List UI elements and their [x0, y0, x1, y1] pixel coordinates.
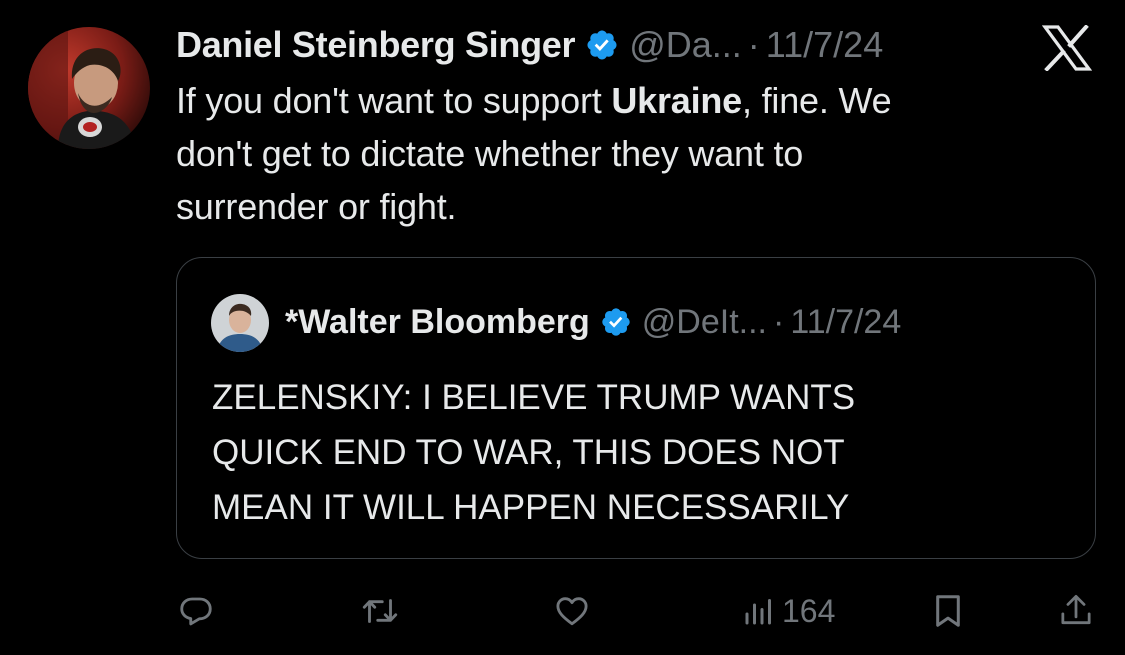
- bookmark-button[interactable]: [931, 588, 965, 634]
- views-chart-icon: [744, 593, 774, 629]
- heart-icon: [553, 593, 591, 629]
- separator-dot: ·: [747, 24, 760, 65]
- quoted-author-avatar-image: [211, 294, 269, 352]
- tweet-text-line-3: surrender or fight.: [176, 186, 457, 227]
- author-avatar[interactable]: [28, 27, 150, 149]
- verified-badge-icon: [600, 306, 632, 338]
- quoted-text-line-2: QUICK END TO WAR, THIS DOES NOT: [212, 433, 845, 472]
- tweet-action-bar: 164: [0, 588, 1125, 634]
- share-button[interactable]: [1058, 588, 1094, 634]
- quoted-author-avatar[interactable]: [211, 294, 269, 352]
- quoted-text-line-1: ZELENSKIY: I BELIEVE TRUMP WANTS: [212, 378, 856, 417]
- views-count: 164: [782, 592, 836, 629]
- quoted-author-handle[interactable]: @DeIt...: [642, 303, 767, 342]
- reply-icon: [178, 593, 214, 629]
- views-button[interactable]: 164: [744, 588, 835, 634]
- quoted-tweet-date[interactable]: 11/7/24: [790, 303, 901, 342]
- author-handle[interactable]: @Da...: [629, 24, 742, 66]
- tweet-text-line-1: If you don't want to support Ukraine, fi…: [176, 74, 1076, 127]
- tweet-text-segment: , fine. We: [742, 80, 892, 121]
- author-avatar-image: [28, 27, 150, 149]
- tweet-text-line-2: don't get to dictate whether they want t…: [176, 133, 804, 174]
- like-button[interactable]: [553, 588, 591, 634]
- tweet-text-segment: If you don't want to support: [176, 80, 612, 121]
- tweet-text: If you don't want to support Ukraine, fi…: [176, 74, 1076, 233]
- separator-dot: ·: [773, 302, 785, 341]
- retweet-button[interactable]: [360, 588, 400, 634]
- quoted-tweet-header: *Walter Bloomberg @DeIt... · 11/7/24: [285, 300, 901, 344]
- quoted-author-name[interactable]: *Walter Bloomberg: [285, 303, 590, 342]
- tweet-header: Daniel Steinberg Singer @Da... · 11/7/24: [176, 22, 883, 68]
- quoted-text-line-3: MEAN IT WILL HAPPEN NECESSARILY: [212, 488, 850, 527]
- tweet-text-bold: Ukraine: [611, 80, 743, 121]
- bookmark-icon: [931, 592, 965, 630]
- tweet-date[interactable]: 11/7/24: [766, 24, 883, 66]
- reply-button[interactable]: [178, 588, 214, 634]
- verified-badge-icon: [585, 28, 619, 62]
- quoted-tweet-text: ZELENSKIY: I BELIEVE TRUMP WANTS QUICK E…: [212, 370, 1072, 535]
- share-icon: [1058, 592, 1094, 630]
- author-name[interactable]: Daniel Steinberg Singer: [176, 24, 576, 66]
- x-logo-icon: [1041, 24, 1093, 72]
- retweet-icon: [360, 593, 400, 629]
- quoted-tweet-card[interactable]: *Walter Bloomberg @DeIt... · 11/7/24 ZEL…: [176, 257, 1096, 559]
